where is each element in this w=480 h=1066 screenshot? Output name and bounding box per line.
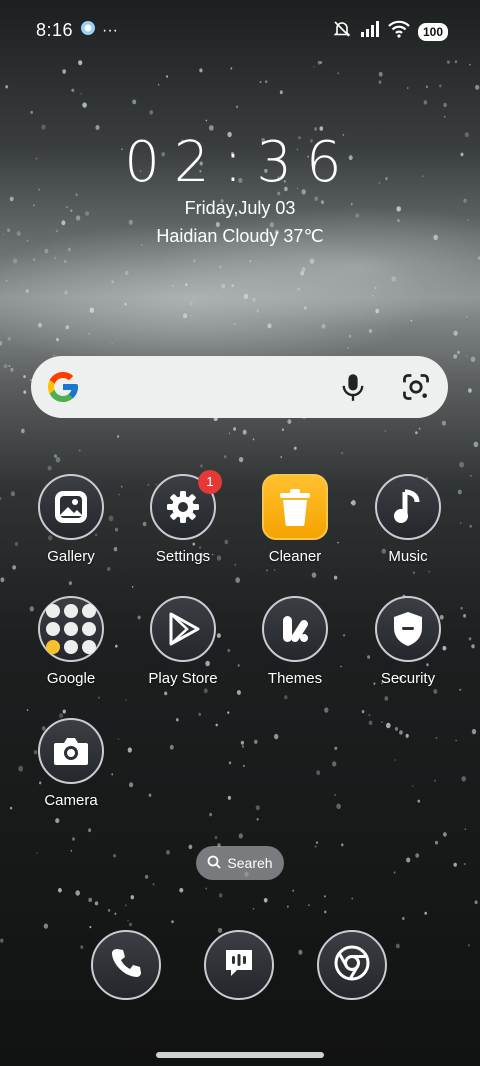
- microphone-icon[interactable]: [339, 372, 367, 407]
- folder-icon: [38, 596, 104, 662]
- shield-icon: [375, 596, 441, 662]
- silent-icon: [332, 19, 352, 44]
- status-time: 8:16: [36, 20, 74, 40]
- app-cleaner[interactable]: Cleaner: [240, 474, 350, 565]
- app-google-folder[interactable]: Google: [16, 596, 126, 687]
- dock-messages[interactable]: [204, 930, 274, 1000]
- dock-chrome[interactable]: [317, 930, 387, 1000]
- google-search-bar[interactable]: [31, 356, 448, 418]
- camera-icon: [38, 718, 104, 784]
- app-label: Gallery: [47, 548, 95, 565]
- app-gallery[interactable]: Gallery: [16, 474, 126, 565]
- app-search-button[interactable]: Seareh: [196, 846, 284, 880]
- wifi-icon: [388, 20, 410, 43]
- gallery-icon: [38, 474, 104, 540]
- weather-text[interactable]: Haidian Cloudy 37℃: [0, 226, 480, 247]
- trash-icon: [262, 474, 328, 540]
- battery-icon: 100: [417, 22, 448, 41]
- home-indicator[interactable]: [156, 1052, 324, 1058]
- app-camera[interactable]: Camera: [16, 718, 126, 809]
- app-play-store[interactable]: Play Store: [128, 596, 238, 687]
- signal-icon: [360, 20, 380, 43]
- chrome-icon: [333, 944, 371, 987]
- themes-icon: [262, 596, 328, 662]
- google-logo-icon: [45, 369, 81, 410]
- app-search-label: Seareh: [227, 855, 273, 871]
- more-notifications-icon: ···: [102, 21, 118, 39]
- music-note-icon: [375, 474, 441, 540]
- app-label: Settings: [155, 548, 211, 565]
- messages-icon: [222, 946, 256, 985]
- app-label: Google: [46, 670, 96, 687]
- play-store-icon: [150, 596, 216, 662]
- app-notification-icon: [80, 20, 96, 41]
- status-bar: 8:16 ··· 100: [0, 0, 480, 60]
- app-music[interactable]: Music: [353, 474, 463, 565]
- dock-phone[interactable]: [91, 930, 161, 1000]
- app-label: Play Store: [148, 670, 218, 687]
- clock-time[interactable]: 02:36: [0, 130, 480, 195]
- app-label: Themes: [267, 670, 323, 687]
- clock-date[interactable]: Friday,July 03: [0, 198, 480, 219]
- phone-icon: [109, 946, 143, 985]
- app-label: Cleaner: [268, 548, 322, 565]
- app-security[interactable]: Security: [353, 596, 463, 687]
- app-label: Music: [388, 548, 428, 565]
- app-settings[interactable]: 1 Settings: [128, 470, 238, 565]
- google-lens-icon[interactable]: [401, 372, 431, 407]
- app-label: Camera: [44, 792, 98, 809]
- app-label: Security: [380, 670, 436, 687]
- gear-icon: 1: [150, 470, 222, 540]
- notification-badge: 1: [198, 470, 222, 494]
- app-themes[interactable]: Themes: [240, 596, 350, 687]
- search-icon: [207, 855, 222, 872]
